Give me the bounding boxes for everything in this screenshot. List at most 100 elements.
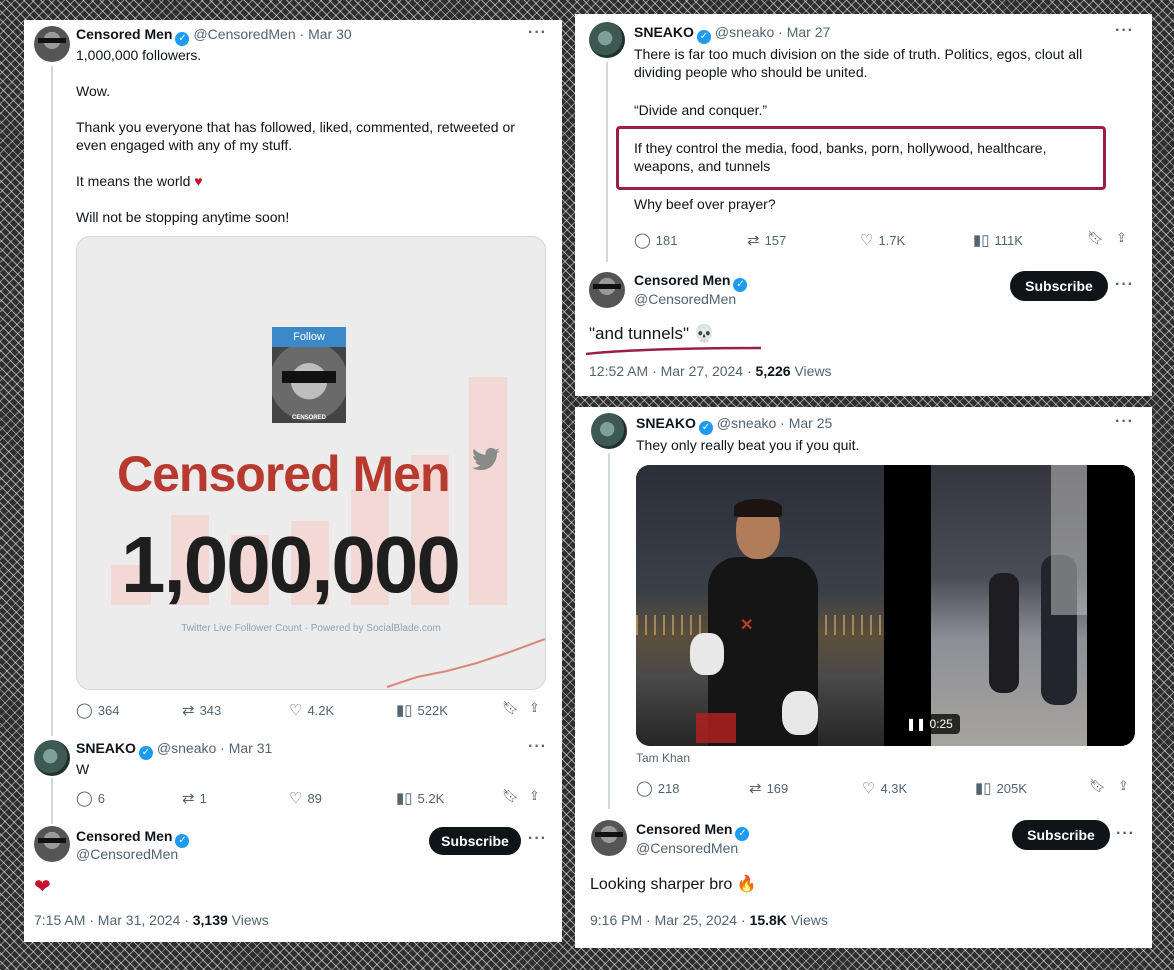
bookmark-icon[interactable]: 🔖︎	[502, 700, 519, 716]
retweet-button[interactable]: ⇄ 343	[182, 701, 221, 719]
bookmark-icon[interactable]: 🔖︎	[1087, 230, 1104, 246]
tweet-date[interactable]: Mar 27	[787, 24, 831, 40]
more-icon[interactable]: ···	[528, 24, 547, 42]
tweet-text: W	[76, 761, 90, 777]
left-panel: Censored Men ✓ @CensoredMen · Mar 30 ··· 1…	[24, 20, 562, 942]
avatar[interactable]	[589, 272, 625, 308]
subscribe-button[interactable]: Subscribe	[429, 827, 521, 855]
fighter	[989, 573, 1019, 693]
more-icon[interactable]: ···	[1115, 413, 1134, 431]
follow-button[interactable]: Follow	[272, 327, 346, 347]
retweet-icon: ⇄	[182, 702, 195, 719]
reply-icon: ◯	[634, 232, 651, 249]
video-frame	[931, 465, 1087, 746]
avatar[interactable]	[34, 26, 70, 62]
like-button[interactable]: ♡ 4.3K	[862, 779, 907, 797]
tweet-header: SNEAKO ✓ @sneako · Mar 27	[634, 24, 831, 44]
more-icon[interactable]: ···	[1115, 276, 1134, 294]
like-button[interactable]: ♡ 89	[289, 789, 322, 807]
tweet-date[interactable]: Mar 31	[229, 740, 273, 756]
timestamp[interactable]: 12:52 AM · Mar 27, 2024 ·	[589, 363, 756, 379]
author-handle[interactable]: @CensoredMen	[193, 26, 295, 42]
author-name[interactable]: Censored Men	[76, 828, 172, 844]
share-icon[interactable]: ⇪	[1118, 778, 1129, 794]
author-name[interactable]: Censored Men	[636, 821, 732, 837]
thread-line	[51, 778, 53, 824]
photo-boxer[interactable]: ✕	[636, 465, 884, 746]
tweet-header: Censored Men ✓	[76, 828, 193, 848]
views-button[interactable]: ▮▯ 522K	[396, 701, 448, 719]
timestamp[interactable]: 9:16 PM · Mar 25, 2024 ·	[590, 912, 750, 928]
bookmark-icon[interactable]: 🔖︎	[502, 788, 519, 804]
author-handle[interactable]: @sneako	[717, 415, 776, 431]
graffiti	[696, 713, 736, 743]
reply-button[interactable]: ◯ 6	[76, 789, 105, 807]
views-total: 15.8K	[749, 912, 787, 928]
like-button[interactable]: ♡ 4.2K	[289, 701, 334, 719]
more-icon[interactable]: ···	[528, 830, 547, 848]
media-card[interactable]: Follow CENSORED Censored Men 1,000,000 T…	[76, 236, 546, 690]
media-grid[interactable]: ✕ ❚❚ 0:25	[636, 465, 1135, 746]
bookmark-icon[interactable]: 🔖︎	[1089, 778, 1106, 794]
subscribe-button[interactable]: Subscribe	[1012, 820, 1110, 850]
avatar[interactable]	[34, 740, 70, 776]
tweet-date[interactable]: Mar 30	[308, 26, 352, 42]
avatar[interactable]	[34, 826, 70, 862]
tweet-line: “Divide and conquer.”	[634, 102, 768, 118]
author-handle[interactable]: @CensoredMen	[76, 846, 178, 862]
author-name[interactable]: SNEAKO	[76, 740, 136, 756]
avatar[interactable]	[591, 413, 627, 449]
views-count: 205K	[996, 780, 1027, 796]
video-time: 0:25	[929, 717, 953, 731]
retweet-count: 1	[199, 790, 207, 806]
reply-button[interactable]: ◯ 364	[76, 701, 120, 719]
reply-count: 218	[657, 780, 680, 796]
avatar[interactable]	[589, 22, 625, 58]
share-icon[interactable]: ⇪	[529, 700, 540, 716]
retweet-icon: ⇄	[182, 790, 195, 807]
tweet-text: Looking sharper bro 🔥	[590, 876, 757, 893]
more-icon[interactable]: ···	[1115, 22, 1134, 40]
like-button[interactable]: ♡ 1.7K	[860, 231, 905, 249]
author-name[interactable]: Censored Men	[634, 272, 730, 288]
views-total: 5,226	[755, 363, 791, 379]
more-icon[interactable]: ···	[1116, 825, 1135, 843]
tweet-date[interactable]: Mar 25	[789, 415, 833, 431]
views-button[interactable]: ▮▯ 205K	[975, 779, 1027, 797]
more-icon[interactable]: ···	[528, 738, 547, 756]
views-label: Views	[786, 912, 828, 928]
tweet-line: Wow.	[76, 83, 110, 99]
author-handle[interactable]: @sneako	[715, 24, 774, 40]
views-label: Views	[790, 363, 832, 379]
author-handle[interactable]: @CensoredMen	[634, 291, 736, 307]
subscribe-button[interactable]: Subscribe	[1010, 271, 1108, 301]
media-caption[interactable]: Tam Khan	[636, 751, 690, 765]
pause-icon: ❚❚	[906, 717, 930, 731]
avatar[interactable]	[591, 820, 627, 856]
views-button[interactable]: ▮▯ 5.2K	[396, 789, 444, 807]
share-icon[interactable]: ⇪	[529, 788, 540, 804]
retweet-button[interactable]: ⇄ 157	[747, 231, 786, 249]
views-button[interactable]: ▮▯ 111K	[973, 231, 1023, 249]
retweet-button[interactable]: ⇄ 169	[749, 779, 788, 797]
views-count: 5.2K	[417, 790, 445, 806]
tweet-line: There is far too much division on the si…	[634, 46, 1083, 62]
boxing-glove	[690, 633, 724, 675]
reply-icon: ◯	[76, 790, 93, 807]
tweet-line: dividing people who should be united.	[634, 64, 868, 80]
author-handle[interactable]: @CensoredMen	[636, 840, 738, 856]
retweet-button[interactable]: ⇄ 1	[182, 789, 207, 807]
reply-icon: ◯	[636, 780, 653, 797]
author-handle[interactable]: @sneako	[157, 740, 216, 756]
twitter-bird-icon	[472, 447, 500, 471]
reply-button[interactable]: ◯ 218	[636, 779, 680, 797]
reply-button[interactable]: ◯ 181	[634, 231, 678, 249]
timestamp[interactable]: 7:15 AM · Mar 31, 2024 ·	[34, 912, 193, 928]
share-icon[interactable]: ⇪	[1116, 230, 1127, 246]
author-name[interactable]: SNEAKO	[636, 415, 696, 431]
heart-icon: ♡	[862, 780, 876, 797]
author-name[interactable]: SNEAKO	[634, 24, 694, 40]
author-name[interactable]: Censored Men	[76, 26, 172, 42]
video-timer[interactable]: ❚❚ 0:25	[899, 714, 960, 734]
video-player[interactable]: ❚❚ 0:25	[887, 465, 1135, 746]
